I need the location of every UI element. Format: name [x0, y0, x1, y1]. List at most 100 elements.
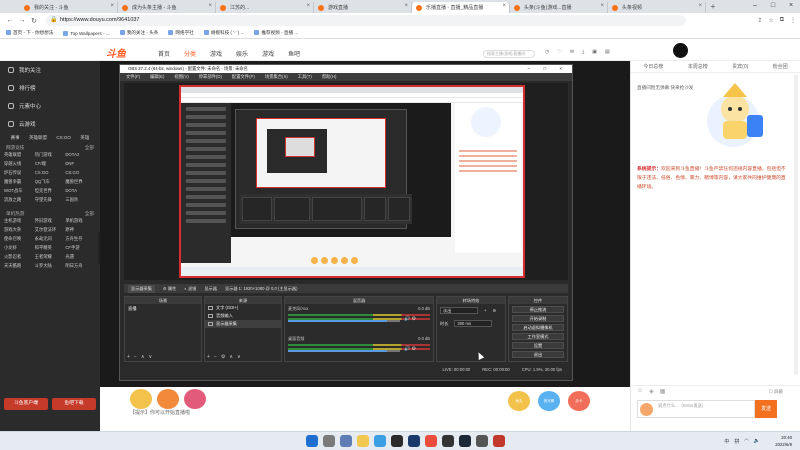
- gift-button[interactable]: 办卡: [568, 391, 590, 411]
- filters-button[interactable]: ◐ 滤镜: [184, 286, 196, 292]
- obs-menu-item[interactable]: 编辑(E): [150, 73, 164, 81]
- category-link[interactable]: CF手游: [65, 245, 96, 251]
- browser-tab-active[interactable]: 乐播直播 - 直播_精品直播 ×: [412, 2, 510, 13]
- ime-mode-icon[interactable]: 拼: [734, 438, 739, 445]
- category-link[interactable]: 小龙虾: [4, 245, 35, 251]
- nav-item[interactable]: 游戏: [210, 49, 222, 58]
- message-icon[interactable]: ✉: [570, 49, 574, 55]
- obs-icon[interactable]: [442, 435, 454, 447]
- remove-icon[interactable]: −: [134, 354, 137, 360]
- close-icon[interactable]: ×: [502, 3, 506, 9]
- remove-icon[interactable]: −: [214, 354, 217, 360]
- category-link[interactable]: 原神: [65, 227, 96, 233]
- client-download-button[interactable]: 斗鱼客户端: [4, 398, 48, 410]
- category-link[interactable]: 方舟生存: [65, 236, 96, 242]
- virtual-camera-button[interactable]: 启动虚拟摄像机: [512, 324, 564, 331]
- studio-mode-button[interactable]: 工作室模式: [512, 333, 564, 340]
- browser-tab[interactable]: 游戏直播 ×: [314, 2, 412, 13]
- category-link[interactable]: 明日方舟: [65, 263, 96, 269]
- category-link[interactable]: 使命召唤: [4, 236, 35, 242]
- nav-item[interactable]: 鱼吧: [288, 49, 300, 58]
- bookmark[interactable]: 胡椒科技 ( '·' ) ...: [203, 30, 244, 36]
- bookmark[interactable]: Top Wallpapers - ...: [63, 30, 110, 36]
- settings-icon[interactable]: ⚙: [492, 308, 496, 313]
- site-logo[interactable]: 斗鱼: [106, 45, 126, 60]
- properties-button[interactable]: ⚙ 属性: [163, 286, 176, 292]
- category-link[interactable]: 主机游戏: [4, 218, 35, 224]
- browser-tab[interactable]: 头条视频 ×: [608, 2, 706, 13]
- color-barrage-icon[interactable]: ▦: [660, 388, 666, 395]
- category-link[interactable]: 流放之路: [4, 197, 35, 203]
- obs-window-controls[interactable]: – □ ×: [528, 65, 568, 73]
- minimize-icon[interactable]: –: [746, 0, 764, 13]
- category-link[interactable]: CS:GO: [35, 170, 66, 176]
- category-link[interactable]: 永劫无间: [35, 236, 66, 242]
- browser-tab[interactable]: 我的关注 - 斗鱼 ×: [20, 2, 118, 13]
- ime-icon[interactable]: 中: [724, 438, 729, 445]
- source-item[interactable]: 音频输入: [205, 312, 281, 320]
- chat-tab[interactable]: 贵宾(0): [732, 63, 748, 70]
- category-link[interactable]: 和平精英: [35, 245, 66, 251]
- source-item-selected[interactable]: 显示器采集: [205, 320, 281, 328]
- category-link[interactable]: 魔兽世界: [65, 179, 96, 185]
- obs-menu-item[interactable]: 停靠部件(D): [199, 73, 222, 81]
- obs-menu-item[interactable]: 视图(V): [174, 73, 188, 81]
- category-link[interactable]: 火影忍者: [4, 254, 35, 260]
- settings-button[interactable]: 设置: [512, 342, 564, 349]
- obs-preview[interactable]: [124, 83, 568, 280]
- category-link[interactable]: 光遇: [65, 254, 96, 260]
- close-icon[interactable]: ×: [208, 3, 212, 9]
- close-icon[interactable]: ×: [404, 3, 408, 9]
- browser-tab[interactable]: 成为头条主播 - 斗鱼 ×: [118, 2, 216, 13]
- up-icon[interactable]: ∧: [229, 354, 233, 360]
- star-icon[interactable]: ☆: [768, 17, 773, 24]
- live-icon[interactable]: ▣: [592, 49, 597, 55]
- file-explorer-icon[interactable]: [357, 435, 369, 447]
- category-link[interactable]: 炉石传说: [4, 170, 35, 176]
- category-link[interactable]: 坦克世界: [35, 188, 66, 194]
- quick-link[interactable]: 英雄: [80, 135, 89, 141]
- badge-icon[interactable]: [157, 389, 179, 409]
- nav-item[interactable]: 首页: [158, 49, 170, 58]
- chat-tab[interactable]: 今日总榜: [643, 63, 663, 70]
- follow-icon[interactable]: ♡: [557, 49, 561, 55]
- settings-icon[interactable]: ⚙: [412, 346, 416, 352]
- gift-button[interactable]: 荧光棒: [538, 391, 560, 411]
- close-window-icon[interactable]: ×: [782, 0, 800, 13]
- bookmark[interactable]: 首页 - 下 - 你想想法: [6, 30, 53, 36]
- obs-menu-item[interactable]: 配置文件(P): [232, 73, 255, 81]
- nav-item[interactable]: 游戏: [262, 49, 274, 58]
- add-icon[interactable]: +: [127, 354, 130, 360]
- category-link[interactable]: 怀旧游戏: [35, 218, 66, 224]
- nav-item[interactable]: 娱乐: [236, 49, 248, 58]
- category-link[interactable]: DOTA: [65, 188, 96, 194]
- up-icon[interactable]: ∧: [141, 354, 145, 360]
- chat-tab[interactable]: 粉丝团: [773, 63, 788, 70]
- send-button[interactable]: 发送: [755, 400, 777, 418]
- gift-button[interactable]: 鱼丸: [508, 391, 530, 411]
- extensions-icon[interactable]: ⧉: [780, 17, 784, 24]
- wifi-icon[interactable]: ◠: [744, 438, 748, 445]
- quick-link[interactable]: CS:GO: [56, 135, 71, 141]
- stop-streaming-button[interactable]: 停止推流: [512, 306, 564, 313]
- fan-badge-icon[interactable]: ◈: [649, 388, 654, 395]
- down-icon[interactable]: ∨: [237, 354, 241, 360]
- category-link[interactable]: CF/端: [35, 161, 66, 167]
- obs-menu-item[interactable]: 场景集合(S): [265, 73, 288, 81]
- category-link[interactable]: 三国杀: [65, 197, 96, 203]
- user-avatar[interactable]: [673, 43, 688, 58]
- start-icon[interactable]: [306, 435, 318, 447]
- source-item[interactable]: 文字 (GDI+): [205, 304, 281, 312]
- category-link[interactable]: 艾尔登法环: [35, 227, 66, 233]
- speaker-icon[interactable]: 🔊: [404, 316, 410, 322]
- display-select[interactable]: 显示器 1: 1920×1080 @ 0,0 (主显示器): [225, 286, 298, 292]
- search-icon[interactable]: [323, 435, 335, 447]
- browser-tab[interactable]: 江苏的... ×: [216, 2, 314, 13]
- store-icon[interactable]: [408, 435, 420, 447]
- sidebar-item-follow[interactable]: 我的关注: [0, 61, 100, 79]
- chrome-icon[interactable]: [425, 435, 437, 447]
- task-view-icon[interactable]: [340, 435, 352, 447]
- sidebar-item-cloud-game[interactable]: 云游戏: [0, 115, 100, 133]
- scene-item[interactable]: 直播: [125, 304, 201, 314]
- close-icon[interactable]: ×: [698, 3, 702, 9]
